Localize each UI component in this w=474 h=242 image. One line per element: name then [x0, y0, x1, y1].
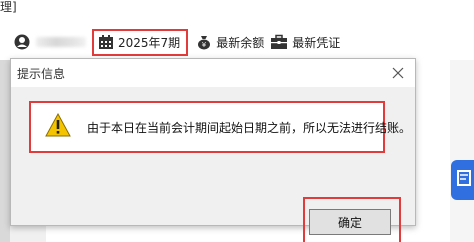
- latest-voucher-button[interactable]: 最新凭证: [270, 34, 340, 51]
- menu-fragment: 理]: [0, 0, 17, 14]
- dialog-titlebar[interactable]: 提示信息: [11, 59, 415, 87]
- calendar-icon: [98, 34, 114, 50]
- message-highlight: 由于本日在当前会计期间起始日期之前，所以无法进行结账。: [29, 101, 411, 153]
- close-button[interactable]: [389, 64, 407, 82]
- briefcase-icon: [270, 34, 288, 50]
- prompt-dialog: 提示信息 由于本日在当前会计期间起始日期之前，所以无法进行结账。 确定: [10, 58, 416, 242]
- latest-balance-label: 最新余额: [216, 35, 265, 50]
- right-panel: [450, 60, 474, 242]
- close-icon: [392, 64, 404, 83]
- dialog-message: 由于本日在当前会计期间起始日期之前，所以无法进行结账。: [87, 120, 412, 135]
- period-selector[interactable]: 2025年7期: [92, 28, 189, 56]
- right-blue-card[interactable]: [451, 160, 474, 200]
- period-label: 2025年7期: [118, 35, 181, 50]
- ok-button[interactable]: 确定: [309, 209, 391, 235]
- username-redacted: [36, 37, 86, 47]
- svg-text:¥: ¥: [202, 41, 207, 49]
- toolbar: 2025年7期 ¥ 最新余额 最新凭证: [14, 28, 346, 56]
- latest-balance-button[interactable]: ¥ 最新余额: [196, 34, 264, 51]
- dialog-title: 提示信息: [17, 67, 66, 81]
- money-bag-icon: ¥: [196, 34, 212, 50]
- document-icon: [451, 170, 474, 199]
- user-item[interactable]: [14, 34, 86, 50]
- app-top-bar: 理] 2025年7期 ¥ 最新余额 最新凭证: [0, 0, 474, 60]
- dialog-content: 由于本日在当前会计期间起始日期之前，所以无法进行结账。 确定: [11, 87, 415, 242]
- user-icon: [14, 34, 30, 50]
- warning-icon: [45, 112, 71, 141]
- latest-voucher-label: 最新凭证: [292, 35, 341, 50]
- left-rail: [0, 60, 10, 242]
